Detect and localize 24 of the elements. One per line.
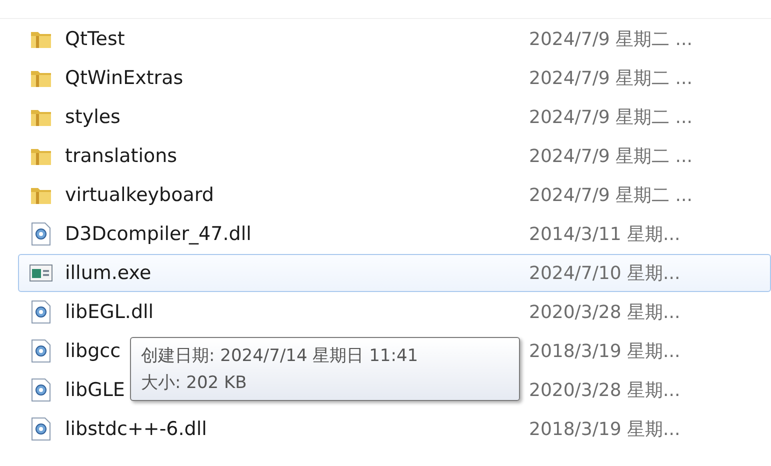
tooltip-text: 大小: 202 KB: [141, 372, 248, 394]
modified-date: 2024/7/9 星期二 ...: [529, 28, 692, 51]
tooltip-text: 创建日期: 2024/7/14 星期日 11:41: [141, 345, 420, 367]
file-name: QtWinExtras: [65, 67, 184, 89]
modified-date: 2020/3/28 星期...: [529, 379, 680, 402]
modified-date: 2024/7/9 星期二 ...: [529, 184, 692, 207]
modified-date: 2024/7/10 星期...: [529, 262, 680, 285]
file-name: libEGL.dll: [65, 301, 154, 323]
modified-date: 2024/7/9 星期二 ...: [529, 145, 692, 168]
modified-date: 2024/7/9 星期二 ...: [529, 67, 692, 90]
file-name: D3Dcompiler_47.dll: [65, 223, 252, 245]
file-name: libstdc++-6.dll: [65, 418, 207, 440]
modified-date: 2024/7/9 星期二 ...: [529, 106, 692, 129]
file-name: QtTest: [65, 28, 125, 50]
modified-date: 2018/3/19 星期...: [529, 340, 680, 363]
modified-date: 2014/3/11 星期...: [529, 223, 680, 246]
file-name: virtualkeyboard: [65, 184, 214, 206]
file-name: translations: [65, 145, 178, 167]
file-name: libgcc: [65, 340, 121, 362]
modified-date: 2020/3/28 星期...: [529, 301, 680, 324]
modified-date: 2018/3/19 星期...: [529, 418, 680, 441]
file-name: libGLE: [65, 379, 125, 401]
file-name: styles: [65, 106, 120, 128]
file-name: illum.exe: [65, 262, 152, 284]
